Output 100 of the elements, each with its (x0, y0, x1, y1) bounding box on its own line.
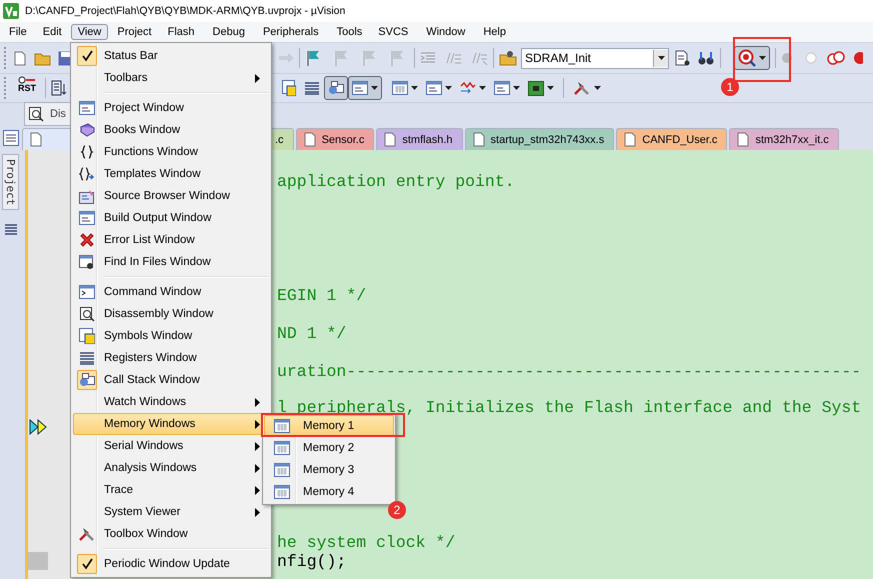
menu-item[interactable]: Error List Window (73, 229, 269, 251)
caret-icon (513, 86, 520, 90)
memory-grid-icon (274, 441, 290, 455)
menu-item[interactable]: Toolbox Window (73, 523, 269, 545)
caret-icon (479, 86, 486, 90)
menu-bar-item[interactable]: Peripherals (256, 24, 326, 40)
checkmark-icon (81, 558, 93, 570)
code-line: EGIN 1 */ (277, 288, 368, 303)
menu-item[interactable]: Find In Files Window (73, 251, 269, 273)
app-logo-icon (3, 3, 19, 19)
menu-item[interactable]: Toolbars (73, 67, 269, 89)
submenu-item[interactable]: Memory 2 (264, 437, 394, 459)
target-combo[interactable]: SDRAM_Init (521, 48, 669, 68)
menu-bar-item[interactable]: Window (419, 24, 472, 40)
memory-grid-icon (274, 485, 290, 499)
code-line: he system clock */ (277, 535, 456, 550)
menu-item[interactable]: Registers Window (73, 347, 269, 369)
menu-bar-item[interactable]: Flash (160, 24, 202, 40)
caret-icon (411, 86, 418, 90)
menu-item[interactable]: System Viewer (73, 501, 269, 523)
find-in-files-icon (79, 254, 95, 270)
document-icon (30, 132, 42, 147)
error-icon (79, 232, 95, 248)
code-line: application entry point. (277, 174, 516, 189)
find-document-icon (675, 50, 691, 66)
menu-item[interactable]: Command Window (73, 281, 269, 303)
binoculars-icon (697, 50, 715, 66)
project-pane-icon (3, 130, 19, 146)
book-icon (79, 122, 95, 138)
comment-icon (446, 51, 462, 65)
reset-button[interactable]: RST (14, 75, 40, 101)
double-circle-icon (827, 51, 845, 65)
caret-icon (371, 86, 378, 90)
registers-icon (79, 352, 95, 364)
menu-bar-item[interactable]: Debug (206, 24, 252, 40)
memory-grid-icon (274, 419, 290, 433)
menu-item[interactable]: Templates Window (73, 163, 269, 185)
window-title: D:\CANFD_Project\Flah\QYB\QYB\MDK-ARM\QYB.uvprojx - µVision (25, 5, 346, 17)
submenu-item[interactable]: Memory 3 (264, 459, 394, 481)
menu-bar-item[interactable]: SVCS (371, 24, 416, 40)
file-tab[interactable]: stmflash.h (376, 128, 463, 150)
submenu-item[interactable]: Memory 4 (264, 481, 394, 503)
menu-bar-item[interactable]: Help (476, 24, 513, 40)
menu-bar-item[interactable]: Tools (330, 24, 370, 40)
debug-icon (738, 49, 756, 67)
list-down-icon (51, 80, 67, 96)
watch-window-icon (352, 81, 368, 95)
project-side-tab[interactable]: Project (2, 154, 19, 210)
submenu-item[interactable]: Memory 1 (264, 415, 394, 437)
code-line: uration---------------------------------------------------- (277, 364, 862, 379)
code-line: l peripherals, Initializes the Flash interface and the Syst (277, 400, 862, 415)
menu-item[interactable]: Call Stack Window (73, 369, 269, 391)
call-stack-button[interactable] (324, 76, 348, 100)
menu-bar-item[interactable]: File (2, 24, 34, 40)
braces-icon (80, 145, 94, 159)
breakpoint-icon (851, 51, 863, 65)
disassembly-icon (79, 306, 95, 322)
menu-item[interactable]: Periodic Window Update (73, 553, 269, 575)
new-file-icon (14, 50, 26, 66)
menu-item[interactable]: Status Bar (73, 45, 269, 67)
memory-grid-icon (274, 463, 290, 477)
trace-window-icon (494, 81, 510, 95)
caret-icon (547, 86, 554, 90)
menu-item[interactable]: Build Output Window (73, 207, 269, 229)
debug-button[interactable] (734, 46, 770, 70)
registers-icon (4, 224, 18, 236)
menu-item[interactable]: Symbols Window (73, 325, 269, 347)
submenu-arrow-icon (255, 74, 260, 82)
disassembly-icon (28, 106, 44, 122)
file-tab[interactable]: startup_stm32h743xx.s (464, 128, 614, 150)
highlight-frame (733, 37, 791, 82)
memory-grid-icon (392, 81, 408, 95)
submenu-arrow-icon (255, 442, 260, 450)
menu-bar-item[interactable]: Project (110, 24, 159, 40)
code-line: nfig(); (277, 554, 348, 569)
watch-button[interactable] (348, 76, 382, 100)
code-line: ND 1 */ (277, 326, 348, 341)
submenu-arrow-icon (255, 420, 260, 428)
tools-icon (78, 526, 96, 542)
menu-item[interactable]: Disassembly Window (73, 303, 269, 325)
tools-icon (573, 80, 591, 96)
submenu-arrow-icon (255, 464, 260, 472)
open-folder-icon (34, 50, 52, 66)
project-folder-icon (499, 50, 517, 66)
checkmark-icon (81, 50, 93, 62)
file-tab[interactable]: stm32h7xx_it.c (729, 128, 839, 150)
caret-icon (445, 86, 452, 90)
submenu-arrow-icon (255, 398, 260, 406)
menu-bar-item[interactable]: View (70, 24, 108, 40)
symbols-icon (282, 80, 296, 96)
menu-item[interactable]: Watch Windows (73, 391, 269, 413)
document-icon (737, 132, 750, 147)
circle-icon (781, 52, 793, 64)
reset-arrow-icon (18, 76, 36, 84)
file-tab[interactable]: Sensor.c (296, 128, 374, 150)
call-stack-icon (328, 80, 344, 96)
menu-item[interactable]: Source Browser Window (73, 185, 269, 207)
file-tab[interactable]: CANFD_User.c (616, 128, 728, 150)
source-browser-icon (79, 188, 95, 204)
menu-bar-item[interactable]: Edit (36, 24, 69, 40)
